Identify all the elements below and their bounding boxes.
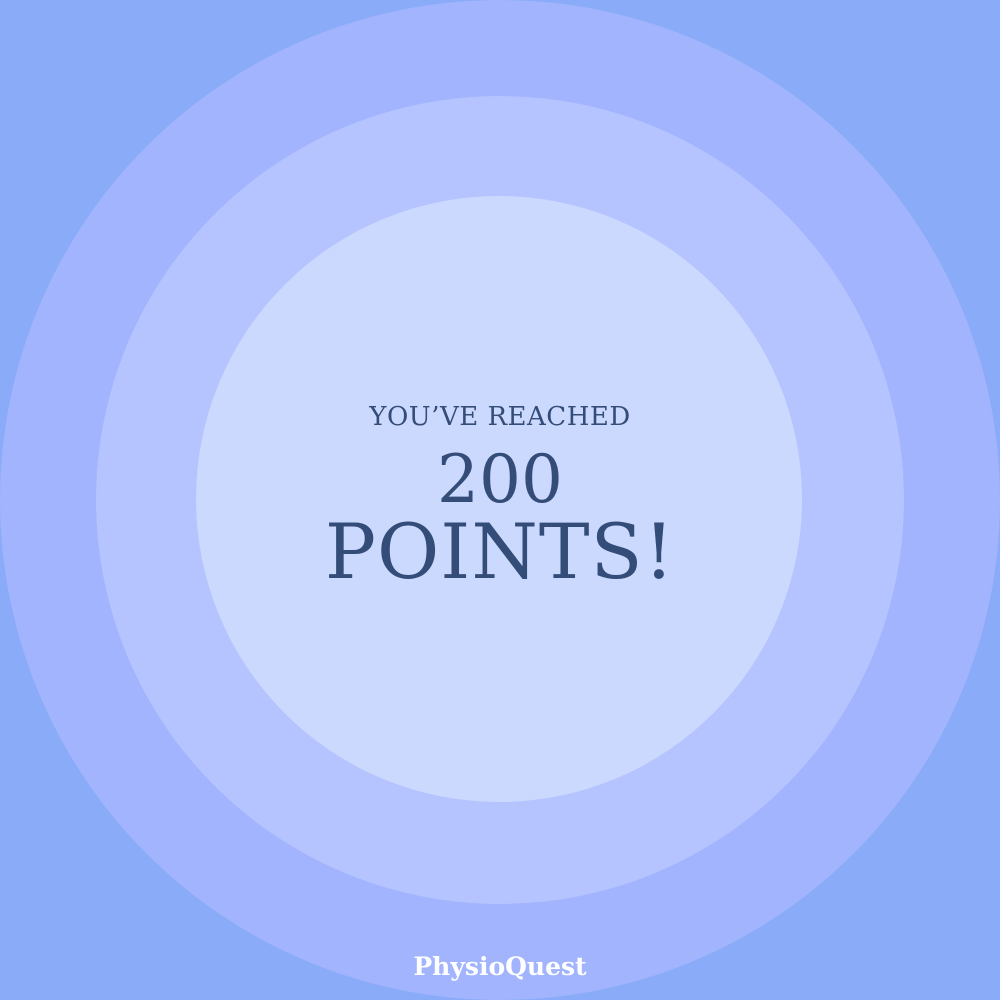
points-word: POINTS! (324, 507, 676, 596)
brand-logo: PhysioQuest (413, 952, 587, 981)
reached-label: YOU’VE REACHED (369, 402, 631, 432)
